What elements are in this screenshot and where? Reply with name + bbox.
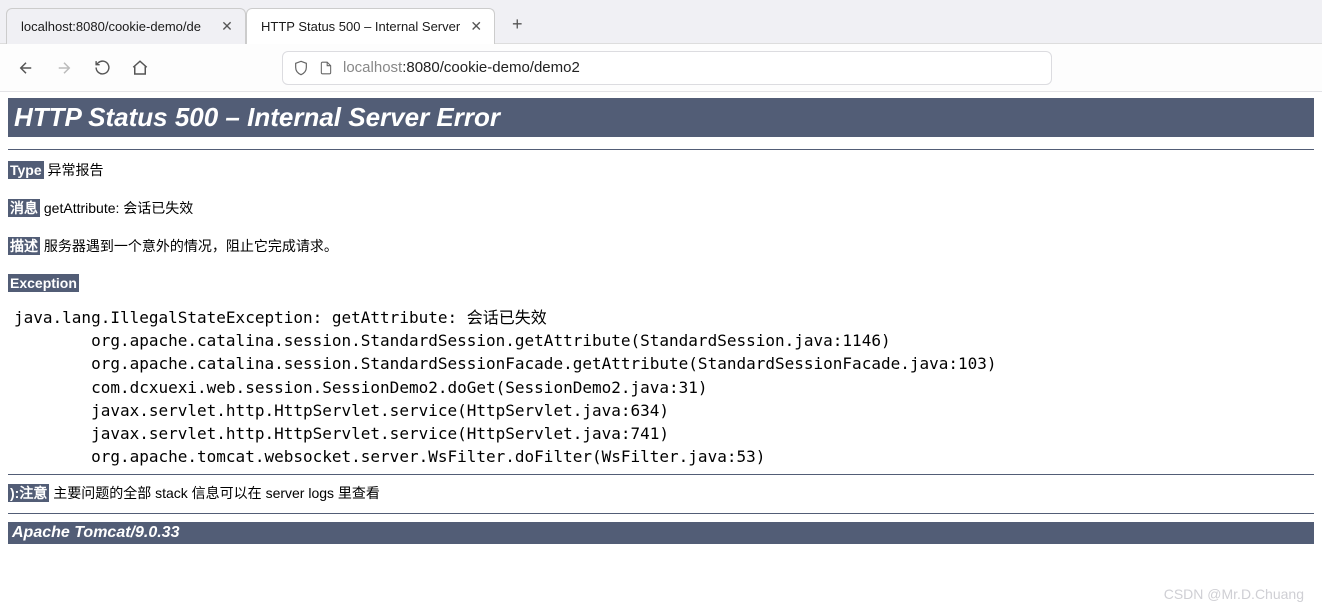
divider <box>8 474 1314 475</box>
nav-bar: localhost:8080/cookie-demo/demo2 <box>0 44 1322 92</box>
arrow-right-icon <box>55 59 73 77</box>
page-title: HTTP Status 500 – Internal Server Error <box>8 98 1314 137</box>
watermark: CSDN @Mr.D.Chuang <box>1164 586 1304 602</box>
type-value: 异常报告 <box>48 162 104 178</box>
url-path: :8080/cookie-demo/demo2 <box>402 59 580 76</box>
page-icon[interactable] <box>319 60 333 76</box>
url-bar[interactable]: localhost:8080/cookie-demo/demo2 <box>282 51 1052 85</box>
stack-trace: java.lang.IllegalStateException: getAttr… <box>14 306 1314 468</box>
type-label: Type <box>8 161 44 179</box>
forward-button[interactable] <box>48 52 80 84</box>
note-value: 主要问题的全部 stack 信息可以在 server logs 里查看 <box>53 485 380 501</box>
close-icon[interactable]: ✕ <box>219 18 235 34</box>
description-value: 服务器遇到一个意外的情况，阻止它完成请求。 <box>44 238 338 254</box>
page-content: HTTP Status 500 – Internal Server Error … <box>0 92 1322 544</box>
url-host: localhost <box>343 59 402 76</box>
url-text: localhost:8080/cookie-demo/demo2 <box>343 59 580 76</box>
home-button[interactable] <box>124 52 156 84</box>
error-description-line: 描述 服务器遇到一个意外的情况，阻止它完成请求。 <box>8 236 1314 256</box>
exception-label: Exception <box>8 274 79 292</box>
note-label: ):注意 <box>8 484 49 502</box>
home-icon <box>131 59 149 77</box>
new-tab-button[interactable]: + <box>501 9 533 41</box>
browser-tab-0[interactable]: localhost:8080/cookie-demo/de ✕ <box>6 8 246 44</box>
arrow-left-icon <box>17 59 35 77</box>
server-footer: Apache Tomcat/9.0.33 <box>8 522 1314 544</box>
close-icon[interactable]: ✕ <box>468 18 484 34</box>
reload-icon <box>94 59 111 76</box>
error-note-line: ):注意 主要问题的全部 stack 信息可以在 server logs 里查看 <box>8 483 1314 503</box>
message-value: getAttribute: 会话已失效 <box>44 200 193 216</box>
description-label: 描述 <box>8 237 40 255</box>
divider <box>8 513 1314 514</box>
tab-strip: localhost:8080/cookie-demo/de ✕ HTTP Sta… <box>0 0 1322 44</box>
back-button[interactable] <box>10 52 42 84</box>
tab-title: localhost:8080/cookie-demo/de <box>21 19 211 34</box>
error-message-line: 消息 getAttribute: 会话已失效 <box>8 198 1314 218</box>
error-type-line: Type 异常报告 <box>8 160 1314 180</box>
message-label: 消息 <box>8 199 40 217</box>
divider <box>8 149 1314 150</box>
tab-title: HTTP Status 500 – Internal Server <box>261 19 460 34</box>
browser-tab-1[interactable]: HTTP Status 500 – Internal Server ✕ <box>246 8 495 44</box>
reload-button[interactable] <box>86 52 118 84</box>
shield-icon[interactable] <box>293 60 309 76</box>
